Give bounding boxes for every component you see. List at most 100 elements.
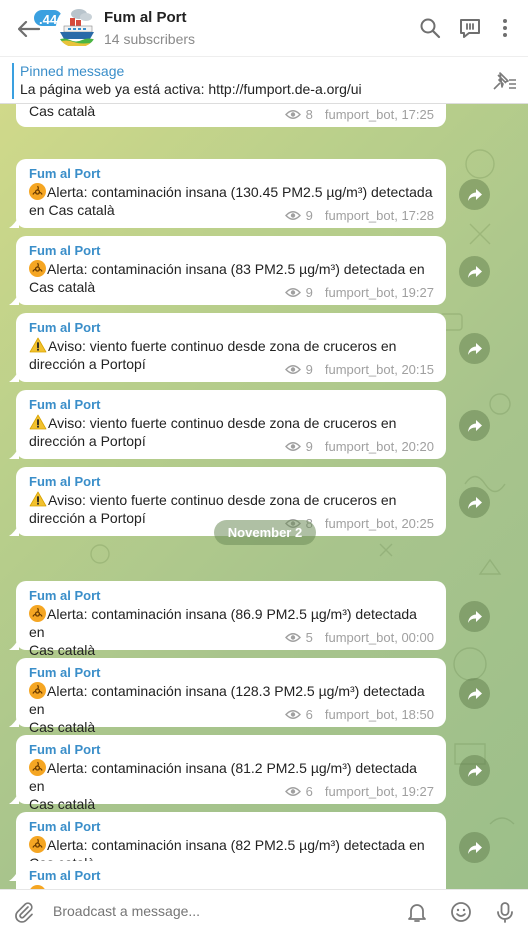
message-signature: fumport_bot, 20:20: [324, 439, 434, 454]
message-list[interactable]: Cas català 8 fumport_bot, 17:25 Fum al P…: [0, 104, 528, 889]
message-author: Fum al Port: [29, 665, 101, 680]
channel-name[interactable]: Fum al Port: [104, 9, 187, 26]
message-line: Cas català: [29, 796, 96, 812]
message-meta: 9 fumport_bot, 17:28: [284, 208, 434, 223]
biohazard-icon: [29, 605, 46, 622]
message-signature: fumport_bot, 19:27: [324, 285, 434, 300]
forward-arrow-icon: [467, 610, 482, 623]
share-button[interactable]: [459, 678, 490, 709]
search-icon[interactable]: [418, 16, 442, 40]
share-button[interactable]: [459, 333, 490, 364]
message-meta: 9 fumport_bot, 19:27: [284, 285, 434, 300]
forward-arrow-icon: [467, 419, 482, 432]
composer-bar: [0, 889, 528, 933]
forward-arrow-icon: [467, 841, 482, 854]
message-meta: 8 fumport_bot, 17:25: [284, 107, 434, 122]
message-line: Cas català: [29, 642, 96, 658]
forward-arrow-icon: [467, 764, 482, 777]
bubble-tail: [9, 216, 19, 228]
message-line: Cas català: [29, 104, 96, 119]
views-eye-icon: [284, 110, 301, 119]
message-signature: fumport_bot, 17:28: [324, 208, 434, 223]
subscriber-count: 14 subscribers: [104, 31, 196, 47]
view-count: 5: [305, 630, 313, 645]
share-button[interactable]: [459, 832, 490, 863]
views-eye-icon: [284, 211, 301, 220]
share-button[interactable]: [459, 256, 490, 287]
message-bubble[interactable]: Fum al Port Alerta: contaminación insana…: [9, 735, 446, 812]
chat-header: .44 Fum al Port 14 subscribers: [0, 0, 528, 56]
warning-icon: [29, 491, 47, 507]
share-button[interactable]: [459, 755, 490, 786]
notification-bell-icon[interactable]: [406, 901, 428, 923]
view-count: 6: [305, 784, 313, 799]
share-button[interactable]: [459, 487, 490, 518]
message-line: Aviso: viento fuerte continuo desde zona…: [48, 415, 397, 431]
message-bubble[interactable]: Fum al Port Aviso: viento fuerte continu…: [9, 313, 446, 382]
message-line: en Cas català: [29, 202, 115, 218]
message-author: Fum al Port: [29, 320, 101, 335]
message-signature: fumport_bot, 20:15: [324, 362, 434, 377]
message-input[interactable]: [53, 903, 353, 919]
message-bubble[interactable]: Fum al Port Alerta: contaminación insana…: [9, 658, 446, 735]
message-author: Fum al Port: [29, 474, 101, 489]
message-line: Alerta: contaminación insana (130.45 PM2…: [47, 184, 433, 200]
attach-icon[interactable]: [13, 901, 35, 923]
message-author: Fum al Port: [29, 166, 101, 181]
view-count: 9: [305, 362, 313, 377]
bubble-tail: [9, 524, 19, 536]
message-signature: fumport_bot, 19:27: [324, 784, 434, 799]
message-bubble[interactable]: Fum al Port Aviso: viento fuerte continu…: [9, 390, 446, 459]
message-line: Cas català: [29, 279, 96, 295]
message-signature: fumport_bot, 00:00: [324, 630, 434, 645]
back-button[interactable]: .44: [8, 8, 65, 48]
share-button[interactable]: [459, 179, 490, 210]
view-count: 6: [305, 707, 313, 722]
discussion-icon[interactable]: [458, 16, 482, 40]
pinned-title: Pinned message: [20, 63, 125, 79]
microphone-icon[interactable]: [494, 901, 516, 923]
pinned-text: La página web ya está activa: http://fum…: [20, 81, 362, 97]
ship-logo-icon: [56, 6, 98, 48]
share-button[interactable]: [459, 601, 490, 632]
message-bubble[interactable]: Cas català 8 fumport_bot, 17:25: [16, 104, 446, 127]
pinned-indicator: [12, 63, 14, 99]
channel-avatar[interactable]: [56, 6, 98, 48]
message-bubble[interactable]: Fum al Port Alerta: contaminación insana…: [9, 159, 446, 228]
emoji-icon[interactable]: [450, 901, 472, 923]
forward-arrow-icon: [467, 496, 482, 509]
forward-arrow-icon: [467, 687, 482, 700]
date-separator: November 2: [214, 520, 316, 545]
views-eye-icon: [284, 365, 301, 374]
bubble-tail: [9, 715, 19, 727]
biohazard-icon: [29, 759, 46, 776]
warning-icon: [29, 414, 47, 430]
message-bubble[interactable]: Fum al Port: [16, 861, 446, 889]
pin-list-icon[interactable]: [490, 69, 518, 93]
pinned-message-bar[interactable]: Pinned message La página web ya está act…: [0, 56, 528, 104]
view-count: 8: [305, 107, 313, 122]
view-count: 9: [305, 208, 313, 223]
message-author: Fum al Port: [29, 588, 101, 603]
share-button[interactable]: [459, 410, 490, 441]
message-meta: 5 fumport_bot, 00:00: [284, 630, 434, 645]
message-author: Fum al Port: [29, 819, 101, 834]
view-count: 9: [305, 285, 313, 300]
bubble-tail: [9, 638, 19, 650]
views-eye-icon: [284, 633, 301, 642]
bubble-tail: [9, 293, 19, 305]
message-signature: fumport_bot, 20:25: [324, 516, 434, 531]
views-eye-icon: [284, 288, 301, 297]
warning-icon: [29, 337, 47, 353]
message-author: Fum al Port: [29, 742, 101, 757]
message-author: Fum al Port: [29, 243, 101, 258]
message-line: dirección a Portopí: [29, 510, 146, 526]
message-line: Aviso: viento fuerte continuo desde zona…: [48, 338, 397, 354]
message-bubble[interactable]: Fum al Port Alerta: contaminación insana…: [9, 236, 446, 305]
more-options-icon[interactable]: [493, 16, 517, 40]
message-bubble[interactable]: Fum al Port Alerta: contaminación insana…: [9, 581, 446, 658]
message-line: Alerta: contaminación insana (82 PM2.5 µ…: [47, 837, 425, 853]
bubble-tail: [9, 447, 19, 459]
biohazard-icon: [29, 682, 46, 699]
message-meta: 6 fumport_bot, 18:50: [284, 707, 434, 722]
